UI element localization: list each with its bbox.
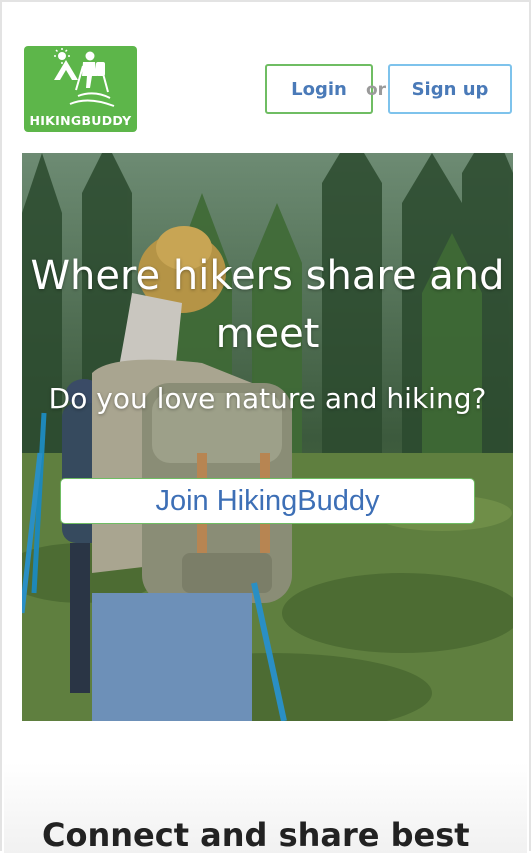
hero-subtitle: Do you love nature and hiking? xyxy=(48,382,487,415)
hikers-photo xyxy=(22,153,513,721)
hikingbuddy-logo[interactable]: HIKINGBUDDY xyxy=(24,46,137,132)
join-button[interactable]: Join HikingBuddy xyxy=(60,478,475,524)
hero-title: Where hikers share and meet xyxy=(30,253,505,357)
login-button[interactable]: Login xyxy=(265,64,373,114)
or-separator: or xyxy=(366,80,387,100)
page-frame: HIKINGBUDDY Login or Sign up Where hiker… xyxy=(0,0,531,854)
hero-banner: Where hikers share and meet Do you love … xyxy=(22,153,513,721)
signup-button[interactable]: Sign up xyxy=(388,64,512,114)
section-heading: Connect and share best xyxy=(42,816,470,854)
logo-text: HIKINGBUDDY xyxy=(29,113,132,128)
